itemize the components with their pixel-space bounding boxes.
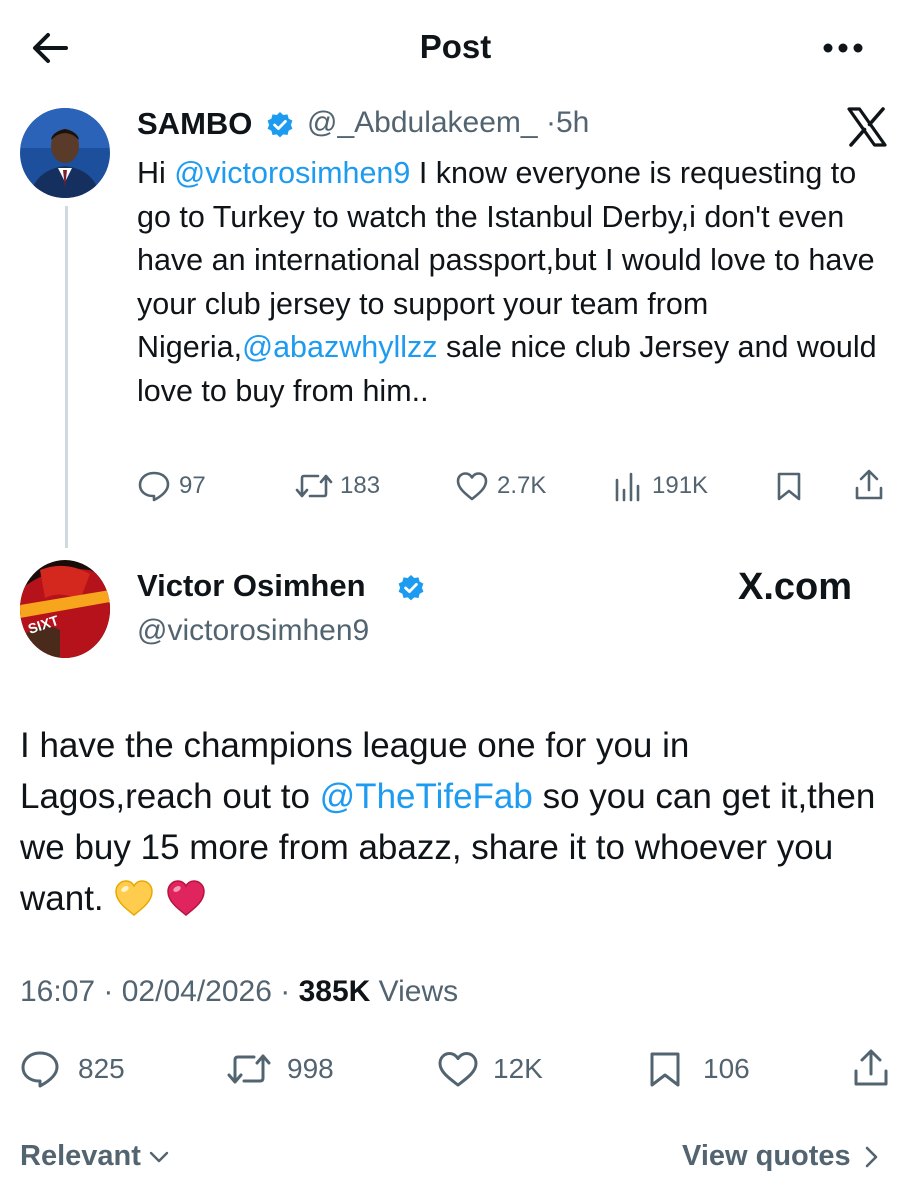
tweet-meta: 16:07 · 02/04/2026 · 385K Views (20, 975, 459, 1008)
sort-label: Relevant (20, 1140, 141, 1172)
chevron-down-icon (149, 1151, 169, 1162)
view-quotes-link[interactable]: View quotes (682, 1140, 883, 1173)
quoted-reply-button[interactable]: 97 (137, 470, 206, 502)
views-bar-icon (615, 472, 640, 502)
quoted-repost-count: 183 (340, 472, 381, 499)
share-button[interactable] (852, 1048, 890, 1088)
like-button[interactable]: 12K (437, 1050, 543, 1088)
avatar-victor-osimhen[interactable]: SIXT (20, 560, 110, 658)
bookmark-button[interactable]: 106 (647, 1050, 750, 1088)
reply-icon (21, 1051, 59, 1088)
mention-link[interactable]: @TheTifeFab (320, 777, 533, 816)
quoted-author-handle[interactable]: @_Abdulakeem_ (307, 106, 538, 139)
quoted-like-count: 2.7K (497, 472, 547, 499)
quoted-like-button[interactable]: 2.7K (455, 470, 546, 502)
views-label: Views (378, 975, 459, 1008)
main-tweet-text: I have the champions league one for you … (20, 720, 890, 924)
quoted-text-part: Hi (137, 156, 175, 190)
repost-count: 998 (287, 1053, 334, 1084)
repost-button[interactable]: 998 (225, 1050, 334, 1088)
xcom-watermark: X.com (738, 566, 853, 608)
views-count: 385K (298, 975, 371, 1008)
mention-link[interactable]: @abazwhyllzz (242, 330, 437, 364)
top-bar: Post (0, 0, 911, 92)
quoted-repost-button[interactable]: 183 (294, 470, 380, 502)
quoted-tweet-text: Hi @victorosimhen9 I know everyone is re… (137, 152, 897, 413)
tweet-date: 02/04/2026 (121, 975, 272, 1008)
yellow-heart-icon (115, 880, 154, 916)
mention-link[interactable]: @victorosimhen9 (174, 156, 410, 190)
thread-line (65, 206, 68, 548)
heart-icon (438, 1052, 478, 1087)
quoted-views-count: 191K (652, 472, 709, 499)
repost-icon (295, 474, 333, 498)
bookmark-icon (777, 472, 801, 501)
view-quotes-label: View quotes (682, 1140, 851, 1172)
quoted-bookmark-button[interactable] (774, 470, 804, 502)
quoted-share-button[interactable] (853, 468, 885, 502)
red-heart-icon (167, 880, 205, 916)
verified-badge-icon (398, 575, 424, 601)
repost-icon (227, 1054, 271, 1084)
bookmark-icon (650, 1052, 680, 1087)
chevron-right-icon (865, 1146, 877, 1167)
main-author-handle[interactable]: @victorosimhen9 (137, 614, 369, 648)
main-author-name[interactable]: Victor Osimhen (137, 568, 366, 604)
share-icon (855, 469, 883, 500)
reply-button[interactable]: 825 (20, 1050, 125, 1088)
avatar-sambo[interactable] (20, 108, 110, 198)
quoted-reply-count: 97 (179, 472, 206, 499)
heart-icon (456, 472, 488, 501)
page-title: Post (419, 28, 492, 65)
meta-separator: · (545, 106, 556, 139)
quoted-views-button[interactable]: 191K (612, 470, 708, 502)
bookmark-count: 106 (703, 1053, 750, 1084)
quoted-author-name[interactable]: SAMBO (137, 106, 252, 142)
share-icon (854, 1049, 888, 1086)
quoted-time: 5h (555, 106, 590, 139)
more-dots-icon (823, 43, 863, 53)
x-logo-icon (847, 107, 887, 147)
verified-badge-icon (267, 112, 293, 138)
tweet-time: 16:07 (20, 975, 96, 1008)
reply-count: 825 (78, 1053, 125, 1084)
reply-icon (138, 471, 170, 502)
sort-relevant-dropdown[interactable]: Relevant (20, 1140, 171, 1173)
like-count: 12K (493, 1053, 543, 1084)
quoted-author-meta: @_Abdulakeem_ ·5h (307, 106, 589, 140)
more-button[interactable] (818, 30, 868, 66)
